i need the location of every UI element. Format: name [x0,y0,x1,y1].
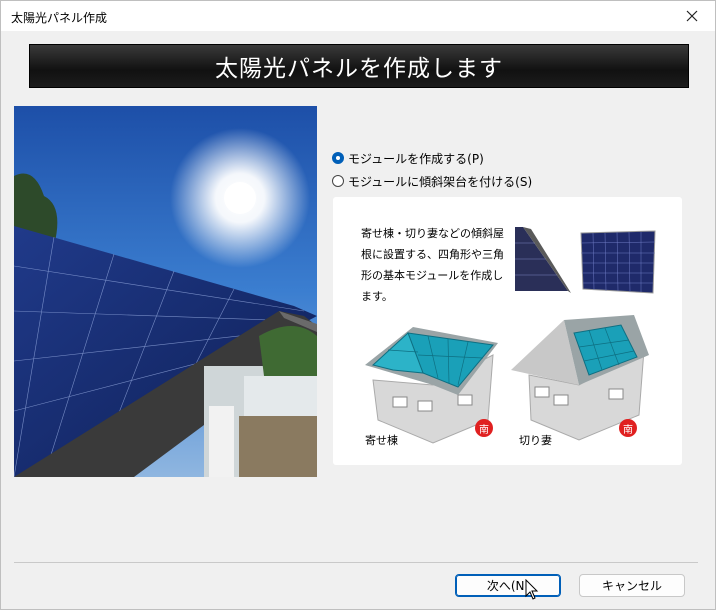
info-panel: 寄せ棟・切り妻などの傾斜屋根に設置する、四角形や三角形の基本モジュールを作成しま… [333,197,682,465]
mouse-cursor-icon [525,579,539,600]
close-icon [686,10,698,22]
option-group: モジュールを作成する(P) モジュールに傾斜架台を付ける(S) [332,148,532,194]
gable-roof-label: 切り妻 [519,434,552,447]
option-label: モジュールを作成する(P) [348,151,484,166]
close-button[interactable] [669,1,715,31]
south-badge-left: 南 [475,419,493,437]
flat-module-icon [580,230,656,294]
page-title-banner: 太陽光パネルを作成します [29,44,689,88]
radio-add-tilt-mount[interactable] [332,175,344,187]
option-create-module[interactable]: モジュールを作成する(P) [332,148,532,168]
option-add-tilt-mount[interactable]: モジュールに傾斜架台を付ける(S) [332,171,532,191]
option-label: モジュールに傾斜架台を付ける(S) [348,174,533,189]
window-title: 太陽光パネル作成 [11,11,108,25]
description-text: 寄せ棟・切り妻などの傾斜屋根に設置する、四角形や三角形の基本モジュールを作成しま… [361,227,504,303]
page-title: 太陽光パネルを作成します [215,56,503,82]
footer-separator [14,562,698,563]
tilted-module-icon [515,227,571,293]
dialog-window: 太陽光パネル作成 太陽光パネルを作成します モジュールを作成する(P) モジュー… [0,0,716,610]
cancel-button[interactable]: キャンセル [579,574,685,597]
south-badge-right: 南 [619,419,637,437]
next-button[interactable]: 次へ(N) [455,574,561,597]
solar-roof-photo [14,106,317,477]
hip-roof-label: 寄せ棟 [365,434,398,447]
title-bar: 太陽光パネル作成 [1,1,715,31]
radio-create-module[interactable] [332,152,344,164]
